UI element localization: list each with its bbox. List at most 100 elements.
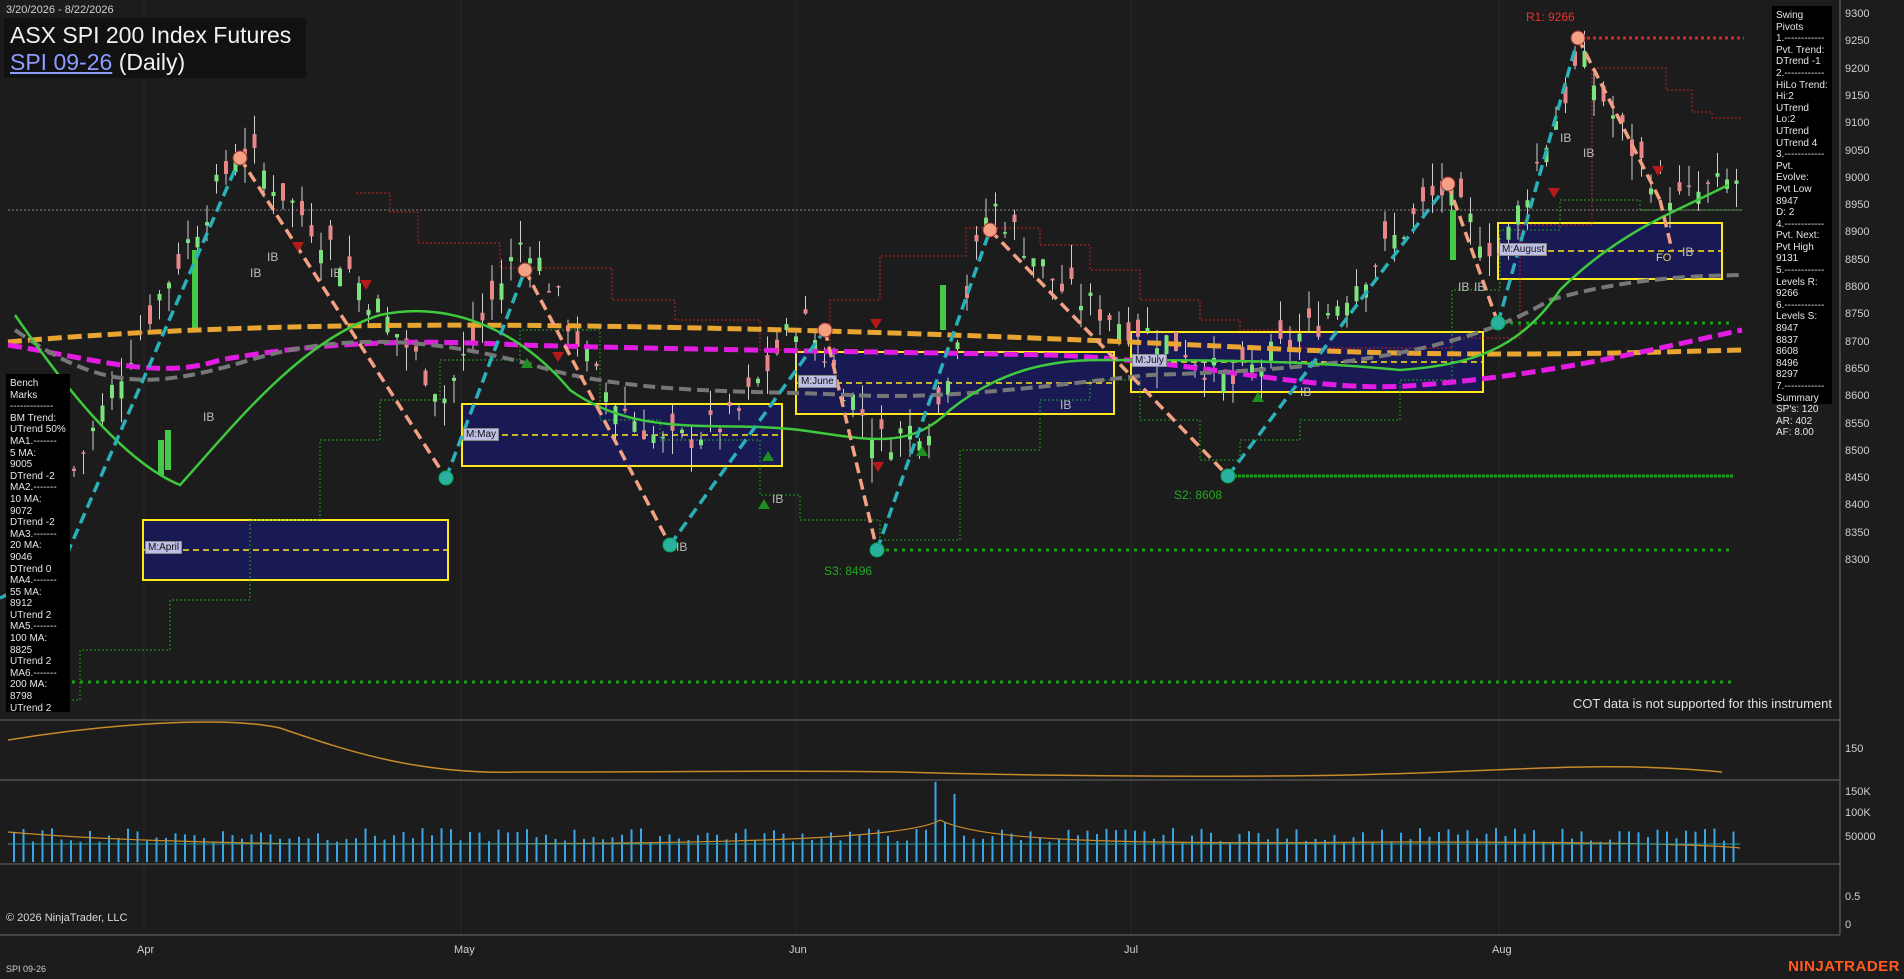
- swing-line: AR: 402: [1776, 415, 1813, 427]
- bench-line: 8912: [10, 598, 33, 610]
- candle-body: [737, 408, 741, 411]
- bench-line: DTrend 0: [10, 563, 52, 575]
- candle-body: [262, 170, 266, 189]
- bench-line: MA5.-------: [10, 621, 57, 633]
- swing-line: Summary: [1776, 392, 1819, 404]
- candle-body: [756, 378, 760, 384]
- bench-line: MA1.-------: [10, 435, 57, 447]
- candle-body: [1145, 327, 1150, 332]
- candle-body: [822, 361, 827, 363]
- candle-body: [395, 334, 399, 338]
- candle-body: [1421, 187, 1425, 202]
- bench-line: MA3.-------: [10, 528, 57, 540]
- month-box-label: M:April: [145, 541, 183, 554]
- candle-body: [376, 298, 380, 313]
- swing-line: 8837: [1776, 334, 1799, 346]
- candle-body: [1354, 286, 1359, 302]
- ib-label: IB: [267, 250, 279, 264]
- candle-body: [1506, 226, 1511, 240]
- candle-body: [955, 342, 960, 349]
- candle-body: [1107, 315, 1112, 321]
- candle-body: [309, 225, 314, 237]
- swing-line: Pvt. Next:: [1776, 230, 1820, 242]
- candle-body: [72, 468, 76, 471]
- candle-body: [347, 256, 352, 270]
- volume-tick: 50000: [1845, 831, 1876, 843]
- swing-line: 3.------------: [1776, 149, 1825, 161]
- instrument-footer: SPI 09-26: [6, 964, 47, 974]
- price-tick: 8800: [1845, 281, 1870, 293]
- candle-body-large: [1450, 210, 1456, 260]
- bench-line: DTrend -2: [10, 517, 55, 529]
- candle-body: [167, 282, 171, 289]
- candle-body: [1335, 306, 1340, 316]
- ib-label: IB: [1682, 245, 1694, 259]
- candle-body: [300, 200, 304, 216]
- bench-line: UTrend 50%: [10, 424, 66, 436]
- ib-label: IB: [203, 410, 215, 424]
- candle-body: [623, 408, 627, 411]
- price-tick: 8850: [1845, 253, 1870, 266]
- bench-line: 9005: [10, 459, 33, 471]
- candle-body: [708, 410, 713, 415]
- price-tick: 9250: [1845, 35, 1870, 48]
- candle-body: [328, 225, 333, 240]
- bench-line: UTrend 2: [10, 702, 52, 714]
- candle-body: [461, 354, 466, 356]
- lower-tick: 0: [1845, 919, 1852, 931]
- ib-label: IB: [676, 540, 688, 554]
- candle-body: [680, 429, 684, 434]
- price-tick: 8750: [1845, 308, 1870, 321]
- price-tick: 9300: [1845, 8, 1870, 20]
- candle-body: [604, 392, 608, 402]
- candle-body: [205, 222, 209, 226]
- s2-level-label: S2: 8608: [1174, 488, 1223, 502]
- candle-body: [1668, 202, 1672, 211]
- swing-line: 4.------------: [1776, 218, 1825, 230]
- time-tick: Jul: [1124, 944, 1139, 956]
- candle-body-large: [192, 250, 198, 330]
- candle-body-large: [158, 440, 164, 475]
- price-tick: 8500: [1845, 444, 1870, 457]
- symbol-label[interactable]: SPI 09-26: [10, 49, 112, 75]
- bench-line: UTrend 2: [10, 609, 52, 621]
- candle-body: [898, 428, 903, 434]
- candle-body: [993, 203, 998, 207]
- pivot-high-marker: [982, 222, 998, 238]
- bench-line: 100 MA:: [10, 633, 48, 645]
- candle-body: [1611, 115, 1615, 119]
- swing-line: 8608: [1776, 346, 1799, 358]
- chart-title: ASX SPI 200 Index Futures: [10, 22, 292, 48]
- candle-body: [271, 191, 276, 197]
- chart-subtitle: SPI 09-26 (Daily): [10, 49, 185, 76]
- candle-body: [490, 280, 494, 300]
- price-chart[interactable]: [0, 0, 1904, 979]
- candle-body: [1050, 278, 1055, 281]
- candle-body: [547, 291, 551, 293]
- candle-body: [1649, 188, 1653, 195]
- month-box-label: M:June: [798, 375, 837, 388]
- candle-body: [908, 425, 912, 440]
- candle-body: [433, 394, 437, 402]
- candle-body: [480, 312, 485, 321]
- price-tick: 8350: [1845, 526, 1870, 539]
- interval-label: (Daily): [118, 49, 186, 75]
- swing-line: Levels S:: [1776, 311, 1818, 323]
- candle-body: [1478, 246, 1482, 258]
- price-tick: 8450: [1845, 472, 1870, 485]
- swing-line: 9266: [1776, 288, 1799, 300]
- month-box-label: M:July: [1132, 354, 1167, 367]
- candle-body: [1060, 283, 1064, 292]
- candle-body: [290, 200, 295, 203]
- swing-line: Pvt Low: [1776, 183, 1812, 195]
- candle-body: [556, 286, 561, 288]
- bench-marks-panel: Bench Marks ------------- BM Trend: UTrend …: [6, 374, 70, 714]
- swing-line: Lo:2 UTrend: [1776, 114, 1809, 137]
- bench-line: DTrend -2: [10, 470, 55, 482]
- pivot-high-marker: [517, 262, 533, 278]
- bench-line: 9046: [10, 551, 33, 563]
- swing-line: Pvt. Trend:: [1776, 44, 1825, 56]
- candle-body: [594, 363, 599, 367]
- pivot-high-marker: [1440, 176, 1456, 192]
- swing-line: 8947: [1776, 195, 1799, 207]
